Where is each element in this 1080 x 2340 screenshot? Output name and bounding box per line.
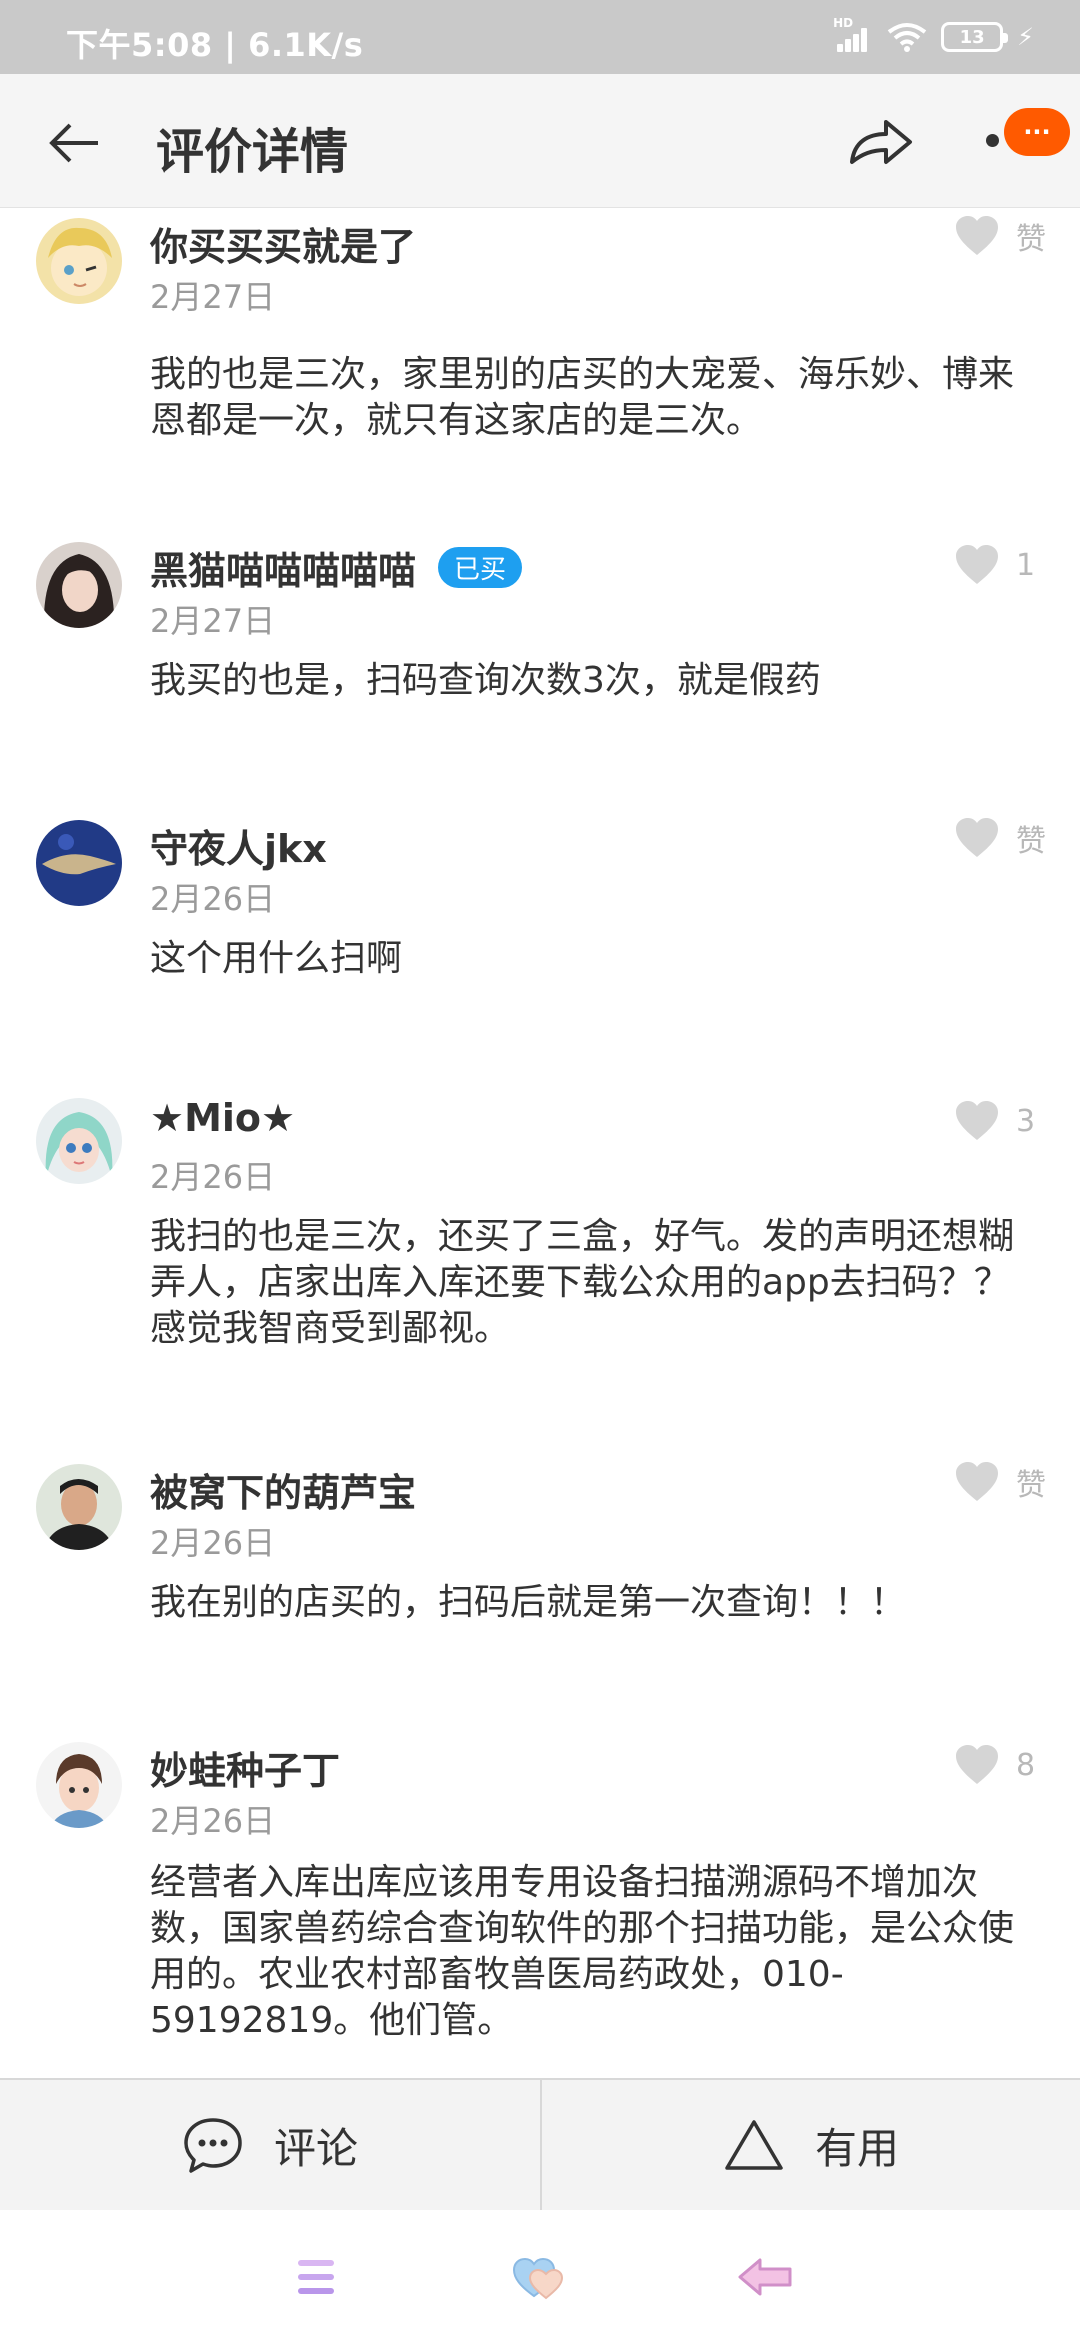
back-nav-icon[interactable] — [736, 2252, 796, 2302]
top-app-bar: 评价详情 ··· — [0, 74, 1080, 208]
heart-icon — [956, 1101, 998, 1140]
like-button[interactable]: 赞 — [954, 214, 1050, 258]
battery-icon: 13 — [941, 22, 1009, 52]
commenter-name[interactable]: 你买买买就是了 — [150, 216, 416, 271]
like-count: 3 — [1016, 1103, 1036, 1139]
commenter-name-text: 守夜人jkx — [150, 827, 327, 871]
charging-icon: ⚡ — [1017, 23, 1034, 51]
commenter-name-text: ★Mio★ — [150, 1096, 296, 1140]
commenter-name-text: 你买买买就是了 — [150, 225, 417, 269]
avatar[interactable] — [36, 542, 122, 628]
like-count: 8 — [1016, 1747, 1036, 1783]
more-notification-badge: ··· — [1004, 108, 1070, 156]
menu-icon[interactable] — [286, 2252, 346, 2302]
triangle-icon — [725, 2120, 783, 2170]
like-button[interactable]: 赞 — [954, 816, 1050, 860]
signal-icon: HD — [833, 16, 873, 52]
battery-level: 13 — [959, 26, 985, 48]
comment-text: 我买的也是，扫码查询次数3次，就是假药 — [150, 660, 821, 701]
commenter-name[interactable]: 黑猫喵喵喵喵喵 已买 — [150, 540, 523, 595]
useful-button[interactable]: 有用 — [540, 2080, 1080, 2210]
bottom-action-bar: 评论 有用 — [0, 2078, 1080, 2210]
comment-date: 2月26日 — [150, 1158, 276, 1196]
like-count: 赞 — [1016, 222, 1046, 257]
commenter-name-text: 黑猫喵喵喵喵喵 — [150, 549, 417, 593]
comment-text: 我在别的店买的，扫码后就是第一次查询！！！ — [150, 1582, 907, 1623]
comment-text: 我的也是三次，家里别的店买的大宠爱、海乐妙、博来恩都是一次，就只有这家店的是三次… — [150, 354, 1015, 441]
comment-text: 我扫的也是三次，还买了三盒，好气。发的声明还想糊弄人，店家出库入库还要下载公众用… — [150, 1216, 1015, 1349]
commenter-name-text: 妙蛙种子丁 — [150, 1749, 341, 1793]
like-button[interactable]: 8 — [954, 1744, 1050, 1786]
comment-date: 2月26日 — [150, 880, 276, 918]
status-time-speed: 下午5:08 | 6.1K/s — [66, 26, 364, 64]
comment-date: 2月26日 — [150, 1524, 276, 1562]
more-menu-button[interactable]: ··· — [980, 108, 1070, 172]
status-icons: HD 13 ⚡ — [833, 16, 1034, 54]
commenter-name[interactable]: 妙蛙种子丁 — [150, 1740, 340, 1795]
comment-button-label: 评论 — [273, 2123, 358, 2173]
avatar[interactable] — [36, 1464, 122, 1550]
like-count: 1 — [1016, 547, 1036, 583]
comment-text: 经营者入库出库应该用专用设备扫描溯源码不增加次数，国家兽药综合查询软件的那个扫描… — [150, 1862, 1015, 2041]
comment-list: 你买买买就是了 2月27日 赞 我的也是三次，家里别的店买的大宠爱、海乐妙、博来… — [0, 208, 1080, 2078]
comment-date: 2月27日 — [150, 602, 276, 640]
heart-icon — [956, 1745, 998, 1784]
wifi-icon — [887, 23, 927, 52]
network-label: HD — [833, 16, 854, 30]
avatar[interactable] — [36, 1098, 122, 1184]
bought-badge: 已买 — [438, 547, 523, 588]
like-button[interactable]: 1 — [954, 544, 1050, 586]
like-button[interactable]: 3 — [954, 1100, 1050, 1142]
comment-date: 2月27日 — [150, 278, 276, 316]
commenter-name[interactable]: 被窝下的葫芦宝 — [150, 1462, 416, 1517]
comment-date: 2月26日 — [150, 1802, 276, 1840]
avatar[interactable] — [36, 218, 122, 304]
page-title: 评价详情 — [156, 124, 349, 180]
avatar[interactable] — [36, 820, 122, 906]
commenter-name[interactable]: 守夜人jkx — [150, 818, 327, 873]
heart-icon — [956, 216, 998, 255]
heart-icon — [956, 545, 998, 584]
useful-button-label: 有用 — [814, 2123, 899, 2173]
comment-text: 这个用什么扫啊 — [150, 938, 403, 979]
heart-icon — [956, 818, 998, 857]
comment-bubble-icon — [184, 2118, 242, 2173]
like-count: 赞 — [1016, 1468, 1046, 1503]
system-nav-bar — [0, 2210, 1080, 2340]
back-arrow-icon[interactable] — [44, 112, 106, 174]
home-heart-icon[interactable] — [510, 2252, 570, 2302]
share-icon[interactable] — [846, 112, 916, 172]
like-button[interactable]: 赞 — [954, 1460, 1050, 1504]
avatar[interactable] — [36, 1742, 122, 1828]
heart-icon — [956, 1462, 998, 1501]
comment-button[interactable]: 评论 — [0, 2080, 540, 2210]
like-count: 赞 — [1016, 824, 1046, 859]
commenter-name-text: 被窝下的葫芦宝 — [150, 1471, 417, 1515]
commenter-name[interactable]: ★Mio★ — [150, 1096, 295, 1140]
status-bar: 下午5:08 | 6.1K/s HD 13 ⚡ — [0, 0, 1080, 74]
